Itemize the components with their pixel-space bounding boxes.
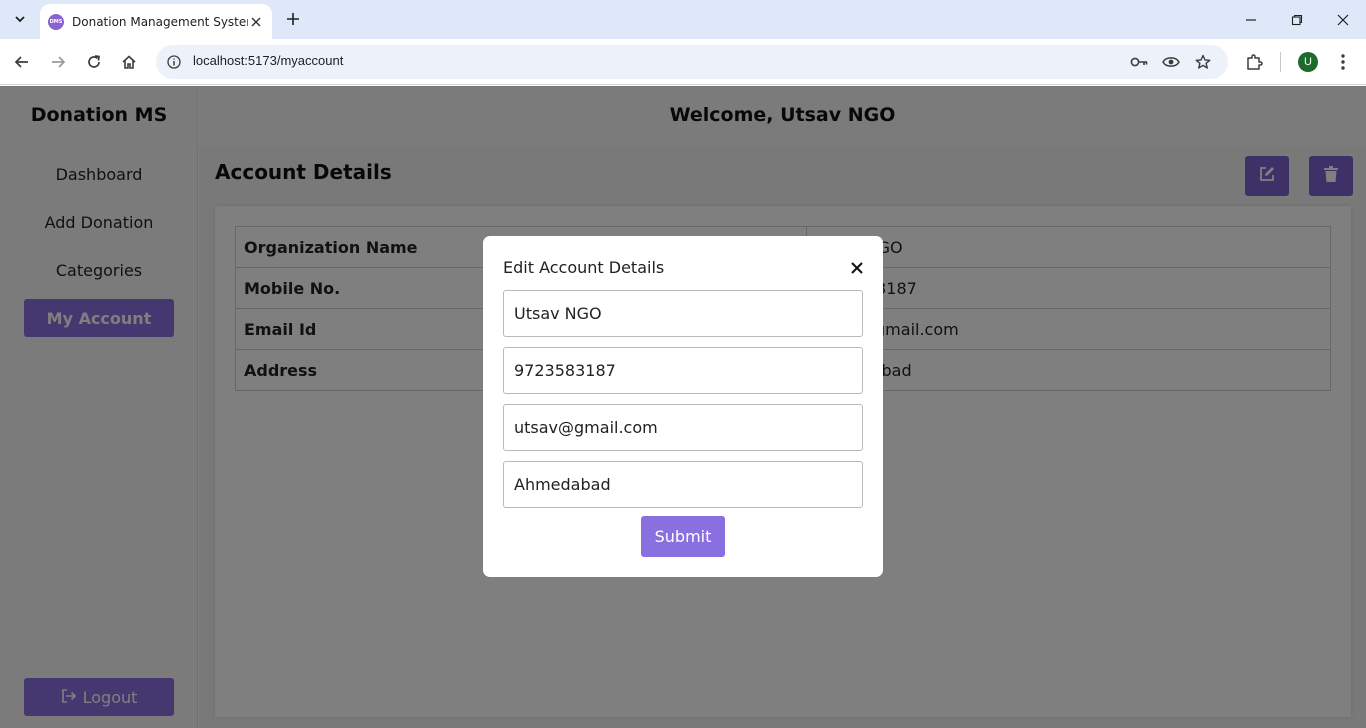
window-close-icon[interactable] (1320, 0, 1366, 39)
tab-search-chevron-icon[interactable] (6, 6, 34, 32)
toolbar-divider (1280, 52, 1281, 72)
forward-arrow-icon[interactable] (44, 48, 72, 76)
back-arrow-icon[interactable] (8, 48, 36, 76)
organization-name-field[interactable] (503, 290, 863, 337)
tab-close-icon[interactable] (248, 14, 264, 30)
window-minimize-icon[interactable] (1228, 0, 1274, 39)
window-restore-icon[interactable] (1274, 0, 1320, 39)
site-info-icon[interactable] (164, 52, 184, 72)
password-key-icon[interactable] (1129, 52, 1149, 72)
url-text[interactable]: localhost:5173/myaccount (193, 53, 343, 68)
browser-tab[interactable]: DMS Donation Management System (40, 4, 272, 39)
submit-button[interactable]: Submit (641, 516, 725, 557)
address-field[interactable] (503, 461, 863, 508)
tab-favicon: DMS (48, 13, 64, 30)
browser-menu-icon[interactable] (1329, 48, 1357, 76)
browser-toolbar: localhost:5173/myaccount U (0, 39, 1366, 85)
modal-title: Edit Account Details (503, 258, 665, 277)
address-bar[interactable]: localhost:5173/myaccount (156, 45, 1228, 79)
new-tab-plus-icon[interactable] (282, 8, 304, 30)
mobile-field[interactable] (503, 347, 863, 394)
browser-tab-strip: DMS Donation Management System (0, 0, 1366, 39)
modal-close-icon[interactable] (847, 258, 867, 278)
tab-title: Donation Management System (72, 14, 248, 29)
edit-account-modal: Edit Account Details Submit (483, 236, 883, 577)
profile-avatar[interactable]: U (1298, 52, 1318, 72)
home-icon[interactable] (115, 48, 143, 76)
email-field[interactable] (503, 404, 863, 451)
bookmark-star-icon[interactable] (1193, 52, 1213, 72)
extensions-puzzle-icon[interactable] (1240, 48, 1268, 76)
eye-icon[interactable] (1161, 52, 1181, 72)
reload-icon[interactable] (80, 48, 108, 76)
